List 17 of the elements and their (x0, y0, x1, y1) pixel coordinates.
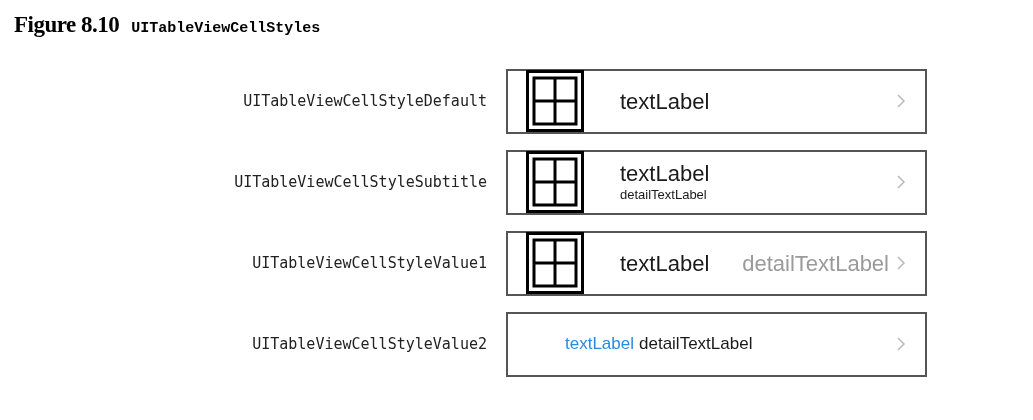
chevron-icon (897, 256, 905, 270)
detail-text-label: detailTextLabel (639, 333, 753, 356)
chevron-icon (897, 94, 905, 108)
chevron-icon (897, 337, 905, 351)
style-name: UITableViewCellStyleValue2 (252, 333, 487, 355)
figure-title: UITableViewCellStyles (131, 19, 321, 39)
text-label: textLabel (565, 333, 634, 356)
text-label: textLabel (620, 87, 710, 116)
style-name: UITableViewCellStyleDefault (243, 90, 487, 112)
style-name: UITableViewCellStyleSubtitle (234, 171, 487, 193)
text-label: textLabel (620, 249, 710, 278)
detail-text-label: detailTextLabel (742, 249, 889, 278)
figure-number: Figure 8.10 (14, 11, 120, 39)
style-name: UITableViewCellStyleValue1 (252, 252, 487, 274)
text-label: textLabel (620, 161, 710, 187)
detail-text-label: detailTextLabel (620, 187, 708, 203)
chevron-icon (897, 175, 905, 189)
